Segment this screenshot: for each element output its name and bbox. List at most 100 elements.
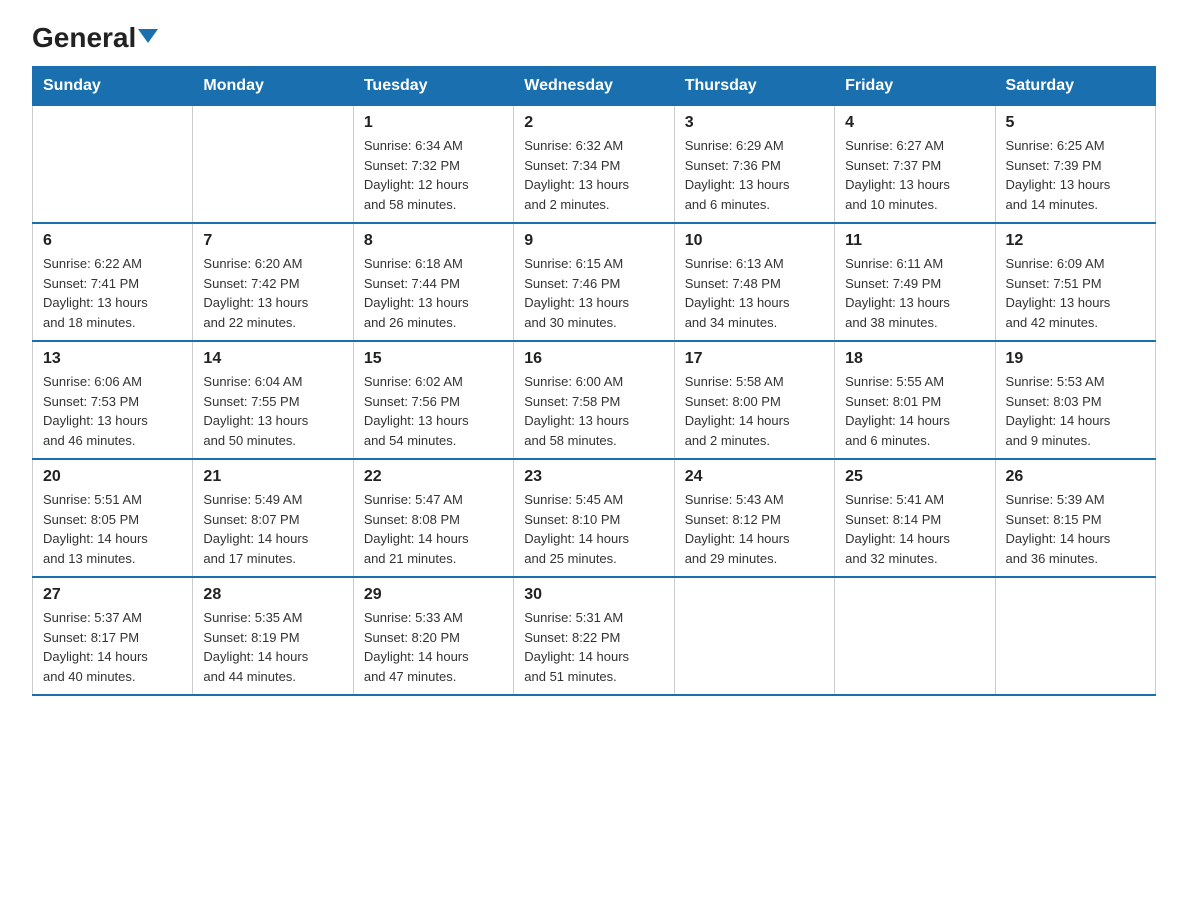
weekday-header-saturday: Saturday xyxy=(995,67,1155,106)
calendar-cell xyxy=(835,577,995,695)
weekday-header-sunday: Sunday xyxy=(33,67,193,106)
calendar-week-row: 20 Sunrise: 5:51 AM Sunset: 8:05 PM Dayli… xyxy=(33,459,1156,577)
calendar-cell: 29 Sunrise: 5:33 AM Sunset: 8:20 PM Dayli… xyxy=(353,577,513,695)
day-info: Sunrise: 6:15 AM Sunset: 7:46 PM Dayligh… xyxy=(524,254,663,332)
calendar-cell: 26 Sunrise: 5:39 AM Sunset: 8:15 PM Dayli… xyxy=(995,459,1155,577)
day-info: Sunrise: 6:13 AM Sunset: 7:48 PM Dayligh… xyxy=(685,254,824,332)
day-info: Sunrise: 5:47 AM Sunset: 8:08 PM Dayligh… xyxy=(364,490,503,568)
day-info: Sunrise: 5:45 AM Sunset: 8:10 PM Dayligh… xyxy=(524,490,663,568)
calendar-week-row: 27 Sunrise: 5:37 AM Sunset: 8:17 PM Dayli… xyxy=(33,577,1156,695)
day-number: 26 xyxy=(1006,468,1145,486)
day-number: 15 xyxy=(364,350,503,368)
day-info: Sunrise: 6:29 AM Sunset: 7:36 PM Dayligh… xyxy=(685,136,824,214)
day-info: Sunrise: 5:55 AM Sunset: 8:01 PM Dayligh… xyxy=(845,372,984,450)
day-info: Sunrise: 6:25 AM Sunset: 7:39 PM Dayligh… xyxy=(1006,136,1145,214)
day-number: 19 xyxy=(1006,350,1145,368)
day-number: 22 xyxy=(364,468,503,486)
day-info: Sunrise: 6:09 AM Sunset: 7:51 PM Dayligh… xyxy=(1006,254,1145,332)
calendar-cell: 13Sunrise: 6:06 AM Sunset: 7:53 PM Dayli… xyxy=(33,341,193,459)
day-number: 7 xyxy=(203,232,342,250)
page-header: General xyxy=(32,24,1156,54)
day-info: Sunrise: 6:27 AM Sunset: 7:37 PM Dayligh… xyxy=(845,136,984,214)
calendar-cell xyxy=(33,106,193,224)
calendar-cell: 20 Sunrise: 5:51 AM Sunset: 8:05 PM Dayli… xyxy=(33,459,193,577)
calendar-cell: 23 Sunrise: 5:45 AM Sunset: 8:10 PM Dayli… xyxy=(514,459,674,577)
calendar-cell: 10Sunrise: 6:13 AM Sunset: 7:48 PM Dayli… xyxy=(674,223,834,341)
calendar-cell: 19 Sunrise: 5:53 AM Sunset: 8:03 PM Dayli… xyxy=(995,341,1155,459)
calendar-cell: 27 Sunrise: 5:37 AM Sunset: 8:17 PM Dayli… xyxy=(33,577,193,695)
day-number: 6 xyxy=(43,232,182,250)
day-info: Sunrise: 6:06 AM Sunset: 7:53 PM Dayligh… xyxy=(43,372,182,450)
calendar-cell: 24 Sunrise: 5:43 AM Sunset: 8:12 PM Dayli… xyxy=(674,459,834,577)
day-number: 1 xyxy=(364,114,503,132)
calendar-cell: 17Sunrise: 5:58 AM Sunset: 8:00 PM Dayli… xyxy=(674,341,834,459)
calendar-cell xyxy=(674,577,834,695)
calendar-cell: 14 Sunrise: 6:04 AM Sunset: 7:55 PM Dayli… xyxy=(193,341,353,459)
day-number: 14 xyxy=(203,350,342,368)
day-number: 25 xyxy=(845,468,984,486)
day-number: 2 xyxy=(524,114,663,132)
day-number: 24 xyxy=(685,468,824,486)
calendar-cell: 6 Sunrise: 6:22 AM Sunset: 7:41 PM Daylig… xyxy=(33,223,193,341)
day-number: 21 xyxy=(203,468,342,486)
calendar-cell: 15Sunrise: 6:02 AM Sunset: 7:56 PM Dayli… xyxy=(353,341,513,459)
day-number: 12 xyxy=(1006,232,1145,250)
day-info: Sunrise: 6:11 AM Sunset: 7:49 PM Dayligh… xyxy=(845,254,984,332)
calendar-cell: 2 Sunrise: 6:32 AM Sunset: 7:34 PM Daylig… xyxy=(514,106,674,224)
calendar-week-row: 6 Sunrise: 6:22 AM Sunset: 7:41 PM Daylig… xyxy=(33,223,1156,341)
day-info: Sunrise: 5:41 AM Sunset: 8:14 PM Dayligh… xyxy=(845,490,984,568)
weekday-header-monday: Monday xyxy=(193,67,353,106)
day-info: Sunrise: 6:32 AM Sunset: 7:34 PM Dayligh… xyxy=(524,136,663,214)
weekday-header-wednesday: Wednesday xyxy=(514,67,674,106)
day-number: 23 xyxy=(524,468,663,486)
calendar-cell: 12 Sunrise: 6:09 AM Sunset: 7:51 PM Dayli… xyxy=(995,223,1155,341)
day-number: 18 xyxy=(845,350,984,368)
day-number: 27 xyxy=(43,586,182,604)
day-number: 30 xyxy=(524,586,663,604)
calendar-week-row: 1 Sunrise: 6:34 AM Sunset: 7:32 PM Daylig… xyxy=(33,106,1156,224)
day-info: Sunrise: 5:37 AM Sunset: 8:17 PM Dayligh… xyxy=(43,608,182,686)
day-info: Sunrise: 5:33 AM Sunset: 8:20 PM Dayligh… xyxy=(364,608,503,686)
day-info: Sunrise: 6:04 AM Sunset: 7:55 PM Dayligh… xyxy=(203,372,342,450)
calendar-cell: 1 Sunrise: 6:34 AM Sunset: 7:32 PM Daylig… xyxy=(353,106,513,224)
calendar-cell xyxy=(995,577,1155,695)
day-number: 4 xyxy=(845,114,984,132)
calendar-cell: 4 Sunrise: 6:27 AM Sunset: 7:37 PM Daylig… xyxy=(835,106,995,224)
calendar-cell: 11 Sunrise: 6:11 AM Sunset: 7:49 PM Dayli… xyxy=(835,223,995,341)
calendar-cell xyxy=(193,106,353,224)
weekday-header-friday: Friday xyxy=(835,67,995,106)
calendar-cell: 9 Sunrise: 6:15 AM Sunset: 7:46 PM Daylig… xyxy=(514,223,674,341)
day-info: Sunrise: 5:39 AM Sunset: 8:15 PM Dayligh… xyxy=(1006,490,1145,568)
day-info: Sunrise: 5:31 AM Sunset: 8:22 PM Dayligh… xyxy=(524,608,663,686)
weekday-header-tuesday: Tuesday xyxy=(353,67,513,106)
calendar-table: SundayMondayTuesdayWednesdayThursdayFrid… xyxy=(32,66,1156,696)
calendar-cell: 8Sunrise: 6:18 AM Sunset: 7:44 PM Daylig… xyxy=(353,223,513,341)
calendar-cell: 25 Sunrise: 5:41 AM Sunset: 8:14 PM Dayli… xyxy=(835,459,995,577)
day-info: Sunrise: 6:18 AM Sunset: 7:44 PM Dayligh… xyxy=(364,254,503,332)
calendar-cell: 3 Sunrise: 6:29 AM Sunset: 7:36 PM Daylig… xyxy=(674,106,834,224)
day-number: 29 xyxy=(364,586,503,604)
day-number: 28 xyxy=(203,586,342,604)
day-number: 3 xyxy=(685,114,824,132)
calendar-week-row: 13Sunrise: 6:06 AM Sunset: 7:53 PM Dayli… xyxy=(33,341,1156,459)
calendar-cell: 5Sunrise: 6:25 AM Sunset: 7:39 PM Daylig… xyxy=(995,106,1155,224)
day-number: 17 xyxy=(685,350,824,368)
day-info: Sunrise: 6:00 AM Sunset: 7:58 PM Dayligh… xyxy=(524,372,663,450)
day-info: Sunrise: 5:43 AM Sunset: 8:12 PM Dayligh… xyxy=(685,490,824,568)
logo-triangle-icon xyxy=(138,29,158,43)
day-number: 11 xyxy=(845,232,984,250)
day-number: 9 xyxy=(524,232,663,250)
calendar-cell: 16 Sunrise: 6:00 AM Sunset: 7:58 PM Dayli… xyxy=(514,341,674,459)
calendar-cell: 28 Sunrise: 5:35 AM Sunset: 8:19 PM Dayli… xyxy=(193,577,353,695)
day-number: 16 xyxy=(524,350,663,368)
calendar-cell: 30 Sunrise: 5:31 AM Sunset: 8:22 PM Dayli… xyxy=(514,577,674,695)
day-info: Sunrise: 6:34 AM Sunset: 7:32 PM Dayligh… xyxy=(364,136,503,214)
day-number: 20 xyxy=(43,468,182,486)
day-info: Sunrise: 6:22 AM Sunset: 7:41 PM Dayligh… xyxy=(43,254,182,332)
day-info: Sunrise: 5:49 AM Sunset: 8:07 PM Dayligh… xyxy=(203,490,342,568)
day-info: Sunrise: 5:51 AM Sunset: 8:05 PM Dayligh… xyxy=(43,490,182,568)
day-info: Sunrise: 6:20 AM Sunset: 7:42 PM Dayligh… xyxy=(203,254,342,332)
day-info: Sunrise: 5:53 AM Sunset: 8:03 PM Dayligh… xyxy=(1006,372,1145,450)
day-info: Sunrise: 5:35 AM Sunset: 8:19 PM Dayligh… xyxy=(203,608,342,686)
calendar-header-row: SundayMondayTuesdayWednesdayThursdayFrid… xyxy=(33,67,1156,106)
